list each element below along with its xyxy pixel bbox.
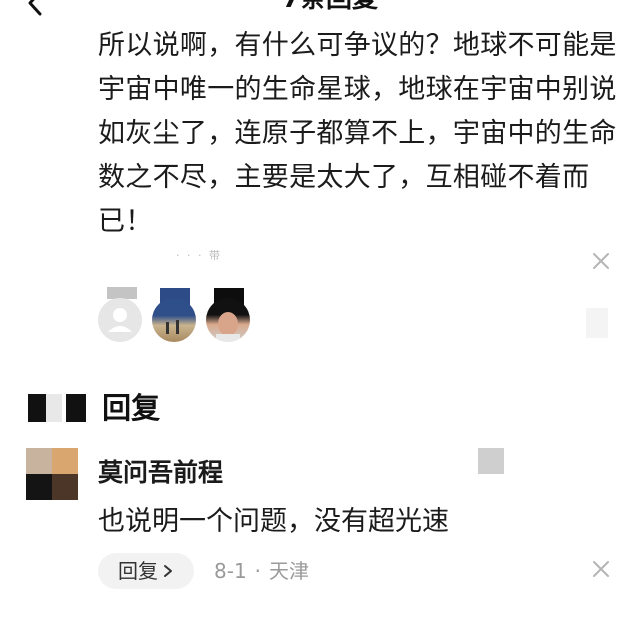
reply-button[interactable]: 回复 — [98, 553, 194, 589]
reply-text: 也说明一个问题，没有超光速 — [98, 506, 449, 537]
reply-button-label: 回复 — [118, 559, 158, 583]
meta-separator: · — [254, 559, 262, 583]
default-avatar-icon[interactable] — [98, 298, 142, 342]
privacy-mask — [478, 448, 504, 474]
avatar[interactable] — [26, 448, 78, 500]
reply-date: 8-1 — [214, 559, 247, 583]
reply-username[interactable]: 莫问吾前程 — [98, 456, 223, 490]
main-comment-text: 所以说啊，有什么可争议的？地球不可能是宇宙中唯一的生命星球，地球在宇宙中别说如灰… — [98, 30, 617, 237]
reply-count-mask — [28, 390, 92, 426]
back-chevron-icon[interactable] — [22, 0, 48, 16]
close-icon[interactable] — [590, 558, 612, 580]
replies-header: 回复 — [28, 390, 160, 426]
liker-avatar[interactable] — [152, 298, 196, 342]
faint-text: · · · 带 — [176, 249, 222, 262]
liker-avatar[interactable] — [206, 298, 250, 342]
privacy-mask — [586, 308, 608, 338]
close-icon[interactable] — [590, 250, 612, 272]
reply-meta: 8-1 · 天津 — [214, 556, 309, 586]
page-title: 7条回复 — [250, 0, 410, 12]
reply-location: 天津 — [269, 559, 310, 583]
replies-label: 回复 — [102, 391, 161, 425]
chevron-right-icon — [164, 565, 172, 577]
